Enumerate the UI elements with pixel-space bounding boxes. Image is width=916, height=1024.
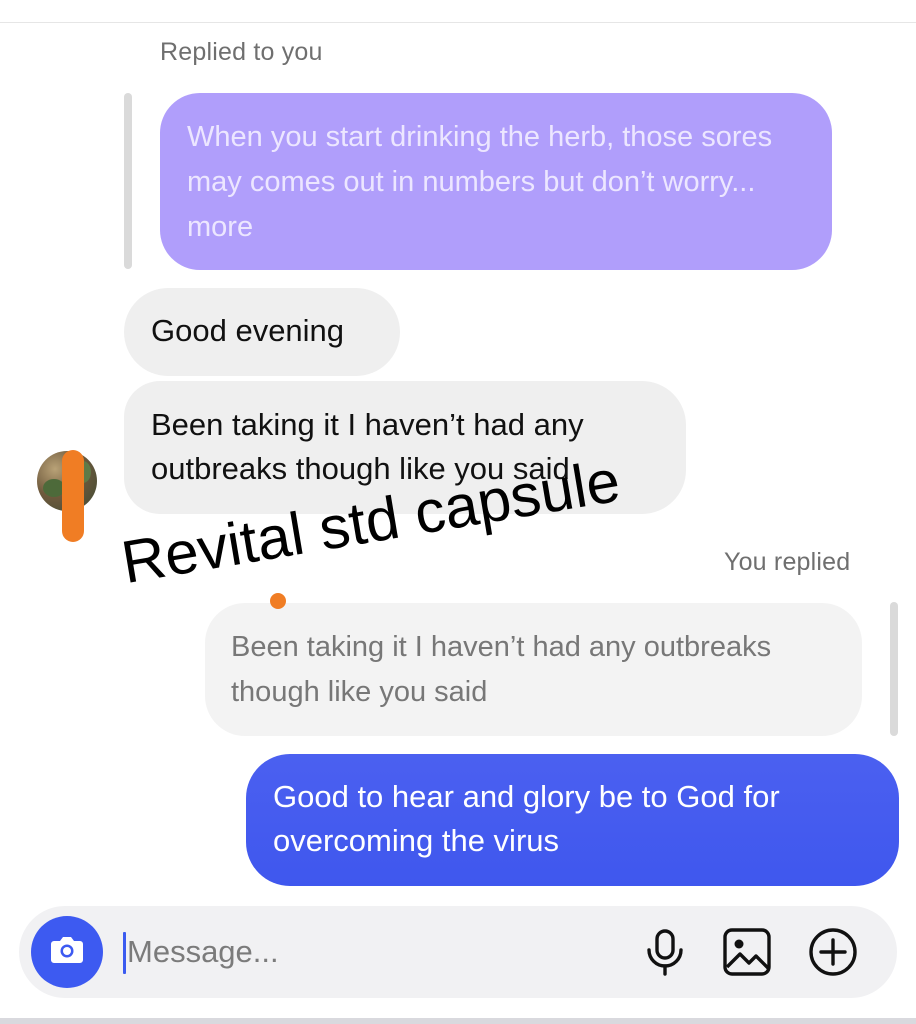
microphone-icon[interactable] [639, 926, 691, 978]
quote-bar [124, 93, 132, 269]
quote-bar [890, 602, 898, 736]
redaction-mark [62, 450, 84, 542]
outgoing-message-bubble[interactable]: Good to hear and glory be to God for ove… [246, 754, 899, 886]
camera-button[interactable] [31, 916, 103, 988]
text-caret [123, 932, 126, 974]
quoted-message-bubble[interactable]: When you start drinking the herb, those … [160, 93, 832, 270]
quoted-reply-bubble[interactable]: Been taking it I haven’t had any outbrea… [205, 603, 862, 736]
chat-screen: Replied to you When you start drinking t… [0, 0, 916, 1024]
message-composer [19, 906, 897, 998]
replied-to-you-label: Replied to you [160, 38, 323, 66]
redaction-dot [270, 593, 286, 609]
you-replied-label: You replied [724, 548, 851, 576]
message-input[interactable] [127, 928, 607, 976]
plus-circle-icon[interactable] [807, 926, 859, 978]
header-divider [0, 22, 916, 23]
camera-icon [47, 930, 87, 975]
incoming-message-bubble[interactable]: Good evening [124, 288, 400, 376]
home-indicator-area [0, 1018, 916, 1024]
gallery-icon[interactable] [721, 926, 773, 978]
